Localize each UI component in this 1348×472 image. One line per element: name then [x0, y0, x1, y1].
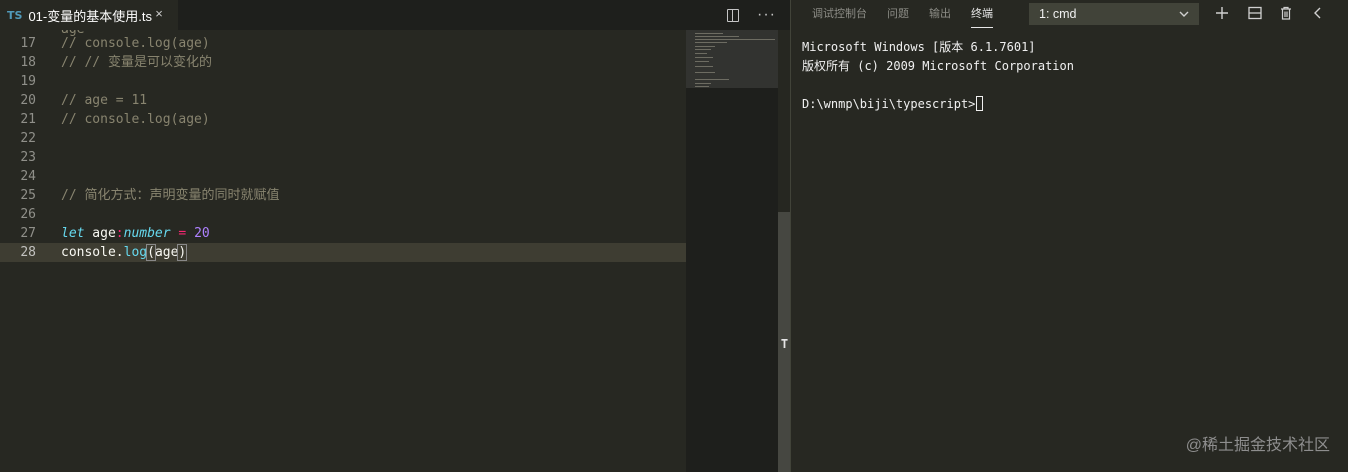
code-text: // // 变量是可以变化的 — [61, 55, 212, 70]
typescript-file-icon: TS — [7, 8, 23, 22]
line-number: 20 — [20, 93, 36, 108]
close-icon[interactable]: × — [152, 7, 166, 21]
minimap-line — [695, 86, 709, 87]
operator-token: = — [170, 226, 195, 241]
terminal-select[interactable]: 1: cmd — [1029, 3, 1199, 25]
code-text: // console.log(age) — [61, 36, 210, 51]
identifier-token: console — [61, 245, 116, 260]
keyword-token: let — [61, 226, 85, 241]
tab-debug-console[interactable]: 调试控制台 — [812, 0, 867, 30]
terminal-line: Microsoft Windows [版本 6.1.7601] — [802, 40, 1036, 54]
code-line: 24 — [0, 167, 686, 186]
line-number: 22 — [20, 131, 36, 146]
code-line: 20 // age = 11 — [0, 91, 686, 110]
terminal-panel: 调试控制台 问题 输出 终端 1: cmd Microsoft Windows … — [791, 0, 1348, 472]
code-text: // 简化方式：声明变量的同时就赋值 — [61, 188, 280, 203]
minimap-line — [695, 61, 709, 62]
editor-actions: ··· — [727, 0, 776, 30]
bracket-token: ) — [177, 244, 188, 261]
terminal-output[interactable]: Microsoft Windows [版本 6.1.7601] 版权所有 (c)… — [802, 38, 1342, 114]
line-number: 26 — [20, 207, 36, 222]
minimap-line — [695, 49, 711, 50]
trash-icon[interactable] — [1278, 5, 1294, 21]
line-number: 21 — [20, 112, 36, 127]
panel-header: 调试控制台 问题 输出 终端 1: cmd — [791, 0, 1348, 30]
function-token: log — [123, 245, 148, 260]
code-line: 25 // 简化方式：声明变量的同时就赋值 — [0, 186, 686, 205]
code-line: 21 // console.log(age) — [0, 110, 686, 129]
identifier-token: age — [84, 226, 116, 241]
argument-token: age — [154, 245, 179, 260]
line-number: 18 — [20, 55, 36, 70]
line-number: 28 — [20, 245, 36, 260]
minimap-line — [695, 72, 715, 73]
code-text: console.log(age) — [61, 243, 188, 262]
code-line: 18 // // 变量是可以变化的 — [0, 53, 686, 72]
vscode-window: TS 01-变量的基本使用.ts × ··· age 17 // console… — [0, 0, 1348, 472]
code-line: 22 — [0, 129, 686, 148]
dot-token: . — [115, 245, 124, 260]
tab-title: 01-变量的基本使用.ts — [28, 8, 152, 24]
line-number: 17 — [20, 36, 36, 51]
code-editor[interactable]: age 17 // console.log(age) 18 // // 变量是可… — [0, 30, 686, 472]
type-token: number — [123, 226, 171, 241]
minimap[interactable] — [686, 30, 778, 472]
bracket-token: ( — [146, 244, 156, 261]
number-token: 20 — [194, 226, 210, 241]
terminal-cursor — [976, 96, 984, 111]
tab-problems[interactable]: 问题 — [887, 0, 909, 30]
more-actions-icon[interactable]: ··· — [757, 7, 776, 23]
line-number: 23 — [20, 150, 36, 165]
current-code-line: 28 console.log(age) — [0, 243, 686, 262]
split-terminal-icon[interactable] — [1247, 5, 1263, 21]
terminal-prompt: D:\wnmp\biji\typescript> — [802, 97, 976, 111]
minimap-line — [695, 42, 727, 43]
code-text: // age = 11 — [61, 93, 148, 108]
terminal-select-value: 1: cmd — [1039, 7, 1077, 21]
tab-terminal[interactable]: 终端 — [971, 0, 993, 30]
minimap-line — [695, 79, 729, 80]
plus-icon[interactable] — [1214, 5, 1230, 21]
line-number: 24 — [20, 169, 36, 184]
minimap-line — [695, 36, 739, 37]
minimap-line — [695, 83, 711, 84]
minimap-line — [695, 46, 715, 47]
terminal-prompt-line: D:\wnmp\biji\typescript> — [802, 95, 1342, 114]
line-number: 27 — [20, 226, 36, 241]
code-line: 23 — [0, 148, 686, 167]
code-line: 26 — [0, 205, 686, 224]
colon-token: : — [115, 226, 124, 241]
code-line: 19 — [0, 72, 686, 91]
editor-tab[interactable]: TS 01-变量的基本使用.ts × — [0, 0, 178, 30]
code-text: // console.log(age) — [61, 112, 210, 127]
minimap-line — [695, 66, 713, 67]
tab-output[interactable]: 输出 — [929, 0, 951, 30]
chevron-down-icon — [1179, 11, 1189, 17]
minimap-line — [695, 57, 713, 58]
code-text: let age:number = 20 — [61, 224, 210, 243]
minimap-line — [695, 39, 775, 40]
line-number: 19 — [20, 74, 36, 89]
split-editor-icon[interactable] — [727, 8, 740, 22]
editor-group: TS 01-变量的基本使用.ts × ··· age 17 // console… — [0, 0, 790, 472]
minimap-line — [695, 33, 723, 34]
chevron-left-icon[interactable] — [1310, 5, 1326, 21]
code-line: 27 let age:number = 20 — [0, 224, 686, 243]
minimap-line — [695, 53, 707, 54]
code-line: age 17 // console.log(age) — [0, 30, 686, 53]
editor-tab-bar: TS 01-变量的基本使用.ts × ··· — [0, 0, 790, 30]
line-number: 25 — [20, 188, 36, 203]
terminal-line: 版权所有 (c) 2009 Microsoft Corporation — [802, 59, 1074, 73]
watermark: @稀土掘金技术社区 — [1185, 437, 1330, 454]
cursor-position-marker: T — [780, 337, 789, 351]
